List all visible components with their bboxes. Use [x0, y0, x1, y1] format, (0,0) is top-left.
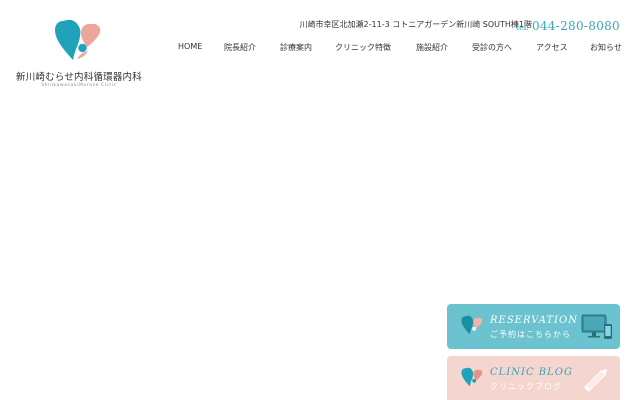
pencil-icon: [584, 369, 607, 392]
blog-title: CLINIC BLOG: [490, 367, 573, 378]
blog-banner[interactable]: CLINIC BLOG クリニックブログ: [447, 356, 620, 400]
reservation-subtitle: ご予約はこちらから: [490, 330, 571, 339]
clinic-name-en: ShinkawasakiMurase Clinic: [41, 83, 117, 88]
nav-item-first-visit[interactable]: 受診の方へ: [472, 42, 512, 53]
nav-item-features[interactable]: クリニック特徴: [335, 42, 391, 53]
monitor-phone-icon: [581, 314, 612, 339]
nav-item-news[interactable]: お知らせ: [590, 42, 622, 53]
tel-number: 044-280-8080: [531, 19, 620, 33]
clinic-address: 川崎市幸区北加瀬2-11-3 コトニアガーデン新川崎 SOUTH棟1階: [299, 20, 532, 29]
tel-label: tel.: [515, 23, 529, 32]
reservation-banner[interactable]: RESERVATION ご予約はこちらから: [447, 304, 620, 349]
reservation-title: RESERVATION: [490, 315, 578, 326]
clinic-name: 新川崎むらせ内科循環器内科: [16, 72, 142, 83]
main-nav: HOME 院長紹介 診療案内 クリニック特徴 施設紹介 受診の方へ アクセス お…: [0, 42, 640, 56]
nav-item-home[interactable]: HOME: [178, 42, 202, 51]
nav-item-access[interactable]: アクセス: [536, 42, 568, 53]
clinic-logo-icon: [461, 315, 483, 335]
nav-item-director[interactable]: 院長紹介: [224, 42, 256, 53]
clinic-logo-icon: [461, 367, 483, 387]
nav-item-services[interactable]: 診療案内: [280, 42, 312, 53]
nav-item-facility[interactable]: 施設紹介: [416, 42, 448, 53]
phone-link[interactable]: tel. 044-280-8080: [516, 15, 620, 34]
blog-subtitle: クリニックブログ: [490, 382, 562, 391]
